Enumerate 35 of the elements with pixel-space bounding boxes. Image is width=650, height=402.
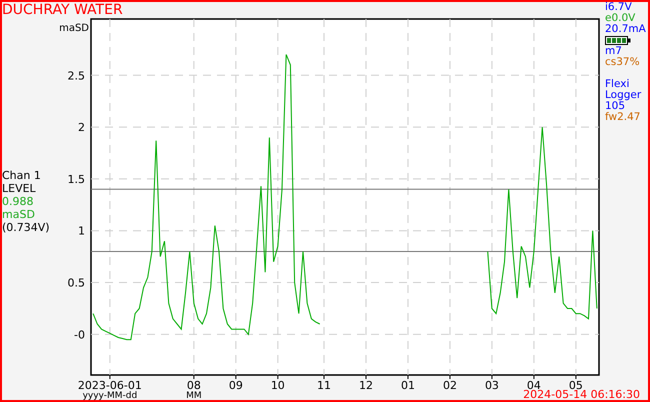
status-text: 20.7mA xyxy=(605,24,646,35)
y-tick-label: 1.5 xyxy=(68,172,85,186)
status-text: fw2.47 xyxy=(605,112,640,123)
x-tick-label: 10 xyxy=(270,379,285,392)
y-tick-label: 2.5 xyxy=(68,69,85,82)
x-format-label: MM xyxy=(186,391,202,400)
y-tick-label: 0.5 xyxy=(68,276,85,290)
status-text: m7 xyxy=(605,46,622,57)
y-axis-label: maSD xyxy=(60,23,89,34)
x-tick-label: 08 xyxy=(186,379,201,392)
x-format-label: yyyy-MM-dd xyxy=(82,391,138,400)
channel-label: Chan 1 xyxy=(2,169,41,182)
battery-icon xyxy=(605,36,631,45)
status-text: Flexi xyxy=(605,79,630,90)
x-tick-label: 03 xyxy=(484,379,499,392)
y-tick-label: 2 xyxy=(78,121,85,134)
channel-name: LEVEL xyxy=(2,182,36,195)
timestamp: 2024-05-14 06:16:30 xyxy=(523,389,640,400)
status-text: 105 xyxy=(605,101,626,112)
status-text: cs37% xyxy=(605,57,640,68)
x-tick-label: 01 xyxy=(400,379,415,392)
x-tick-label: 11 xyxy=(317,379,331,392)
status-text: e0.0V xyxy=(605,13,636,24)
status-text: i6.7V xyxy=(605,2,632,13)
y-tick-label: 1 xyxy=(78,224,85,238)
x-tick-label: 02 xyxy=(442,379,457,392)
status-text: Logger xyxy=(605,90,642,101)
y-tick-label: -0 xyxy=(74,328,85,342)
channel-voltage: (0.734V) xyxy=(2,221,50,234)
channel-unit: maSD xyxy=(2,208,35,221)
x-tick-label: 09 xyxy=(228,379,243,392)
x-tick-label: 2023-06-01 xyxy=(78,379,142,392)
channel-reading: 0.988 xyxy=(2,195,34,208)
x-tick-label: 12 xyxy=(359,379,373,392)
site-title: DUCHRAY WATER xyxy=(2,2,123,18)
